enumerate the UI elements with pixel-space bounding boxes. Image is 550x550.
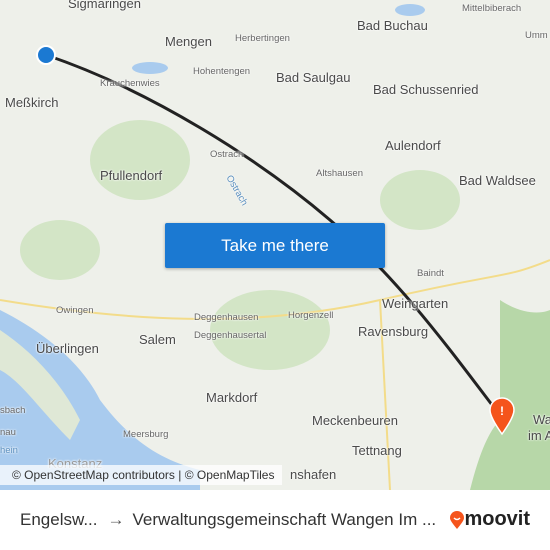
map-label: Mittelbiberach: [462, 3, 522, 14]
origin-name: Engelsw...: [20, 510, 98, 529]
map-label: Deggenhausertal: [194, 330, 267, 341]
map-label: Weingarten: [382, 296, 449, 311]
map-label: Deggenhausen: [194, 312, 259, 323]
map-label: Aulendorf: [385, 138, 441, 153]
map-label: nshafen: [290, 467, 337, 482]
origin-marker[interactable]: [36, 45, 56, 65]
moovit-wordmark: moovit: [464, 508, 530, 530]
svg-text:!: !: [500, 404, 504, 418]
map-label: Bad Schussenried: [373, 82, 479, 97]
map-label: Meersburg: [123, 429, 169, 440]
map-label: Bad Saulgau: [276, 70, 351, 85]
map-label: sbach: [0, 405, 26, 416]
destination-name: Verwaltungsgemeinschaft Wangen Im ...: [132, 510, 437, 529]
map-label: nau: [0, 427, 16, 438]
forest: [470, 300, 550, 490]
map-label: Salem: [139, 332, 176, 347]
map-label: Owingen: [56, 305, 94, 316]
map-label: Bad Waldsee: [459, 173, 536, 188]
map-label: Bad Buchau: [357, 18, 428, 33]
map-label: hein: [0, 445, 18, 456]
map-label: Meßkirch: [5, 95, 59, 110]
map-label: im A: [528, 428, 550, 443]
map-label: Hohentengen: [193, 66, 251, 77]
map-label: Mengen: [165, 34, 212, 49]
map-label: Herbertingen: [235, 33, 290, 44]
map-label: Umm: [525, 30, 548, 41]
map-label: Horgenzell: [288, 310, 334, 321]
map-label: Ostrach: [210, 149, 244, 160]
arrow-right-icon: →: [107, 510, 125, 529]
map-label: Wa: [533, 412, 550, 427]
moovit-pin-icon: [450, 510, 465, 529]
map-label: Meckenbeuren: [312, 413, 398, 428]
map-label: Markdorf: [206, 390, 258, 405]
map-label: Tettnang: [352, 443, 402, 458]
map-label: Überlingen: [36, 341, 99, 356]
map-label: Krauchenwies: [100, 78, 160, 89]
map-label: Ravensburg: [358, 324, 429, 339]
moovit-logo: moovit: [450, 508, 530, 531]
take-me-there-button[interactable]: Take me there: [165, 223, 385, 268]
map-attribution[interactable]: © OpenStreetMap contributors | © OpenMap…: [0, 465, 283, 485]
map-label: Pfullendorf: [100, 168, 163, 183]
map-label: Altshausen: [316, 168, 364, 179]
map-label: Sigmaringen: [68, 0, 141, 11]
map-label: Baindt: [417, 268, 444, 279]
